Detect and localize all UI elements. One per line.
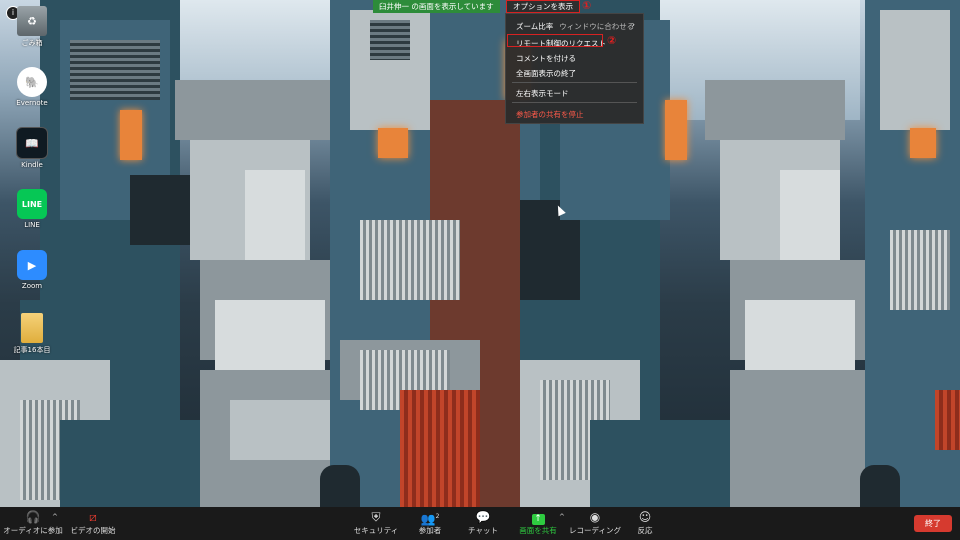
audio-options-caret-icon[interactable]: ^ xyxy=(52,513,58,521)
share-screen-icon: ↑ xyxy=(531,514,545,525)
share-options-caret-icon[interactable]: ^ xyxy=(559,513,565,521)
reaction-smiley-icon: ☺ xyxy=(638,510,652,524)
evernote-icon: 🐘 xyxy=(17,67,47,97)
security-button[interactable]: ⛨ セキュリティ xyxy=(346,510,406,536)
shared-screen xyxy=(0,0,960,507)
menu-divider xyxy=(512,102,637,103)
start-video-button[interactable]: ⧄ ビデオの開始 xyxy=(63,510,123,536)
desktop-icon-evernote[interactable]: 🐘 Evernote xyxy=(10,67,54,107)
kindle-icon: 📖 xyxy=(16,127,48,159)
highlight-box-remote-control xyxy=(507,34,603,47)
end-meeting-button[interactable]: 終了 xyxy=(914,515,952,532)
line-icon: LINE xyxy=(17,189,47,219)
viewing-share-banner: 臼井伸一 の画面を表示しています xyxy=(373,0,500,13)
menu-item-stop-participant-share[interactable]: 参加者の共有を停止 xyxy=(516,109,584,120)
reactions-button[interactable]: ☺ 反応 xyxy=(615,510,675,536)
annotation-two: ② xyxy=(607,34,617,47)
desktop-icon-folder[interactable]: 記事16本目 xyxy=(10,313,54,355)
menu-item-annotate[interactable]: コメントを付ける xyxy=(516,53,576,64)
folder-icon xyxy=(21,313,43,343)
meeting-toolbar: 🎧 オーディオに参加 ^ ⧄ ビデオの開始 ⛨ セキュリティ 👥2 参加者 💬 … xyxy=(0,507,960,540)
participants-button[interactable]: 👥2 参加者 xyxy=(400,510,460,536)
chevron-right-icon: › xyxy=(631,20,635,29)
desktop-icon-recycle-bin[interactable]: ♻ ごみ箱 xyxy=(10,6,54,48)
view-options-button[interactable]: オプションを表示 xyxy=(506,0,580,13)
participants-count: 2 xyxy=(435,513,440,520)
annotation-one: ① xyxy=(582,0,592,12)
menu-item-zoom-ratio[interactable]: ズーム比率 ウィンドウに合わせる xyxy=(516,21,634,32)
shared-screen-left-half xyxy=(0,0,480,507)
desktop-icon-line[interactable]: LINE LINE xyxy=(10,189,54,229)
recycle-bin-icon: ♻ xyxy=(17,6,47,36)
view-options-menu: ズーム比率 ウィンドウに合わせる › リモート制御のリクエスト コメントを付ける … xyxy=(505,13,644,124)
desktop-icon-zoom[interactable]: ▶ Zoom xyxy=(10,250,54,290)
chat-icon: 💬 xyxy=(475,510,491,524)
chat-button[interactable]: 💬 チャット xyxy=(453,510,513,536)
participants-icon: 👥2 xyxy=(420,512,440,526)
menu-item-exit-fullscreen[interactable]: 全画面表示の終了 xyxy=(516,68,576,79)
menu-divider xyxy=(512,82,637,83)
zoom-icon: ▶ xyxy=(17,250,47,280)
shield-icon: ⛨ xyxy=(371,510,381,524)
menu-item-side-by-side[interactable]: 左右表示モード xyxy=(516,88,569,99)
video-off-icon: ⧄ xyxy=(89,510,97,524)
desktop-icon-kindle[interactable]: 📖 Kindle xyxy=(10,127,54,169)
